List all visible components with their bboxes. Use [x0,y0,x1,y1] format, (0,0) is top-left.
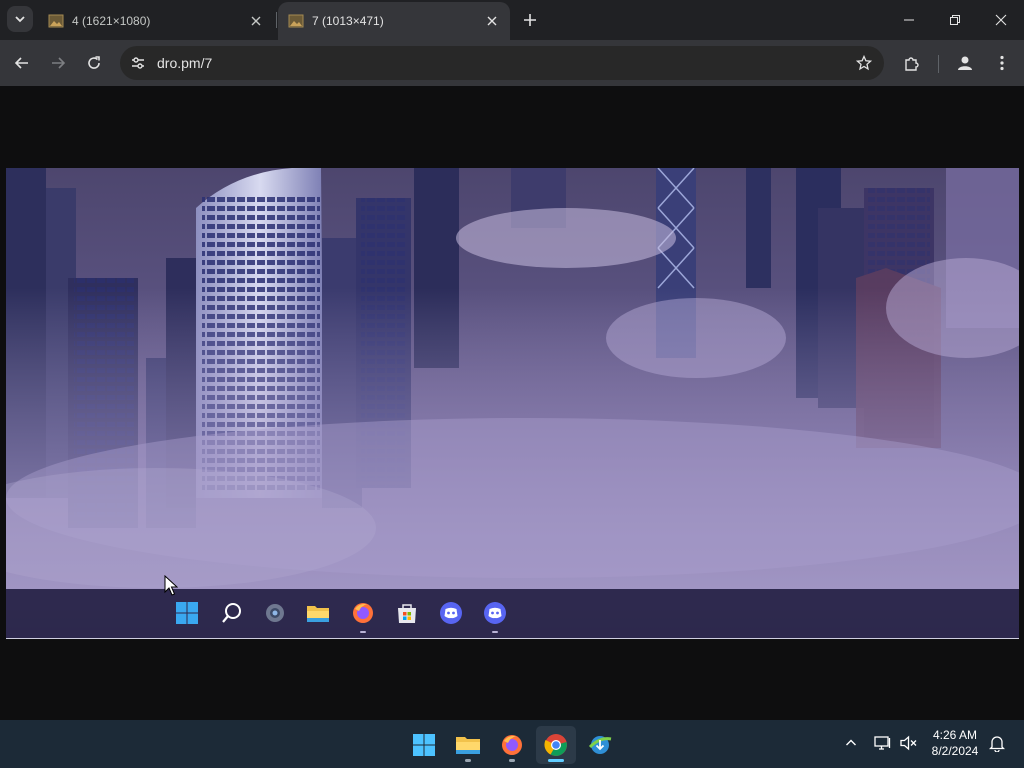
minimize-icon [904,19,914,21]
taskbar-download-manager[interactable] [580,726,620,764]
restore-icon [950,15,960,25]
volume-button[interactable] [898,732,920,754]
chevron-down-icon [15,16,25,23]
close-window-button[interactable] [978,0,1024,40]
image-favicon-icon [48,14,64,28]
back-button[interactable] [9,50,35,76]
running-indicator [465,759,471,762]
windows-start-icon [174,600,200,626]
tab-close-button[interactable] [248,13,264,29]
image-taskbar [6,589,1019,639]
minimize-button[interactable] [886,0,932,40]
notifications-button[interactable] [986,732,1008,754]
site-info-button[interactable] [128,53,148,73]
tab-1[interactable]: 4 (1621×1080) [38,2,274,40]
page-viewport [0,86,1024,720]
plus-icon [524,14,536,26]
search-icon [219,600,245,626]
volume-muted-icon [900,735,917,751]
profile-button[interactable] [952,50,978,76]
windows-start-icon [413,734,435,756]
toolbar-divider [938,55,939,73]
tune-icon [132,57,144,69]
taskbar-firefox[interactable] [492,726,532,764]
internet-download-manager-icon [588,736,612,754]
tab-title: 4 (1621×1080) [72,14,151,28]
windows-taskbar: 4:26 AM 8/2/2024 [0,720,1024,768]
discord-icon [438,600,464,626]
network-button[interactable] [872,732,894,754]
browser-menu-button[interactable] [989,50,1015,76]
tab-title: 7 (1013×471) [312,14,384,28]
star-icon [856,55,872,71]
taskbar-chrome[interactable] [536,726,576,764]
person-icon [958,56,972,70]
running-indicator [360,631,366,633]
bookmark-button[interactable] [854,53,874,73]
system-clock[interactable]: 4:26 AM 8/2/2024 [922,727,988,759]
url-text[interactable]: dro.pm/7 [157,55,212,71]
bell-icon [989,735,1005,752]
displayed-image[interactable] [6,168,1019,639]
tab-strip: 4 (1621×1080) 7 (1013×471) [0,0,1024,40]
tab-close-button[interactable] [484,13,500,29]
extensions-button[interactable] [899,50,925,76]
restore-button[interactable] [932,0,978,40]
reload-icon [88,56,100,69]
file-explorer-icon [305,600,331,626]
close-icon [995,14,1007,26]
reload-button[interactable] [81,50,107,76]
chrome-icon [544,734,567,756]
arrow-left-icon [14,57,28,69]
show-hidden-icons-button[interactable] [840,732,862,754]
arrow-right-icon [52,57,66,69]
running-indicator [509,759,515,762]
clock-time: 4:26 AM [932,728,978,742]
network-icon [874,736,891,750]
forward-button[interactable] [45,50,71,76]
puzzle-icon [905,57,919,71]
running-indicator [492,631,498,633]
mouse-cursor-icon [164,575,178,596]
address-bar[interactable]: dro.pm/7 [120,46,884,80]
new-tab-button[interactable] [519,9,541,31]
more-vertical-icon [1000,55,1004,71]
city-fog-wallpaper [6,168,1019,589]
taskbar-file-explorer[interactable] [448,726,488,764]
tab-search-button[interactable] [7,6,33,32]
chevron-up-icon [846,739,856,746]
close-icon [251,16,261,26]
file-explorer-icon [456,737,480,754]
settings-icon [262,600,288,626]
tab-separator [276,12,277,28]
close-icon [487,16,497,26]
active-indicator [548,759,564,762]
browser-toolbar: dro.pm/7 [0,40,1024,86]
microsoft-store-icon [394,600,420,626]
clock-date: 8/2/2024 [931,744,979,758]
firefox-icon [502,735,522,755]
start-button[interactable] [404,726,444,764]
tab-2[interactable]: 7 (1013×471) [278,2,510,40]
firefox-icon [350,600,376,626]
discord-icon [482,600,508,626]
image-favicon-icon [288,14,304,28]
